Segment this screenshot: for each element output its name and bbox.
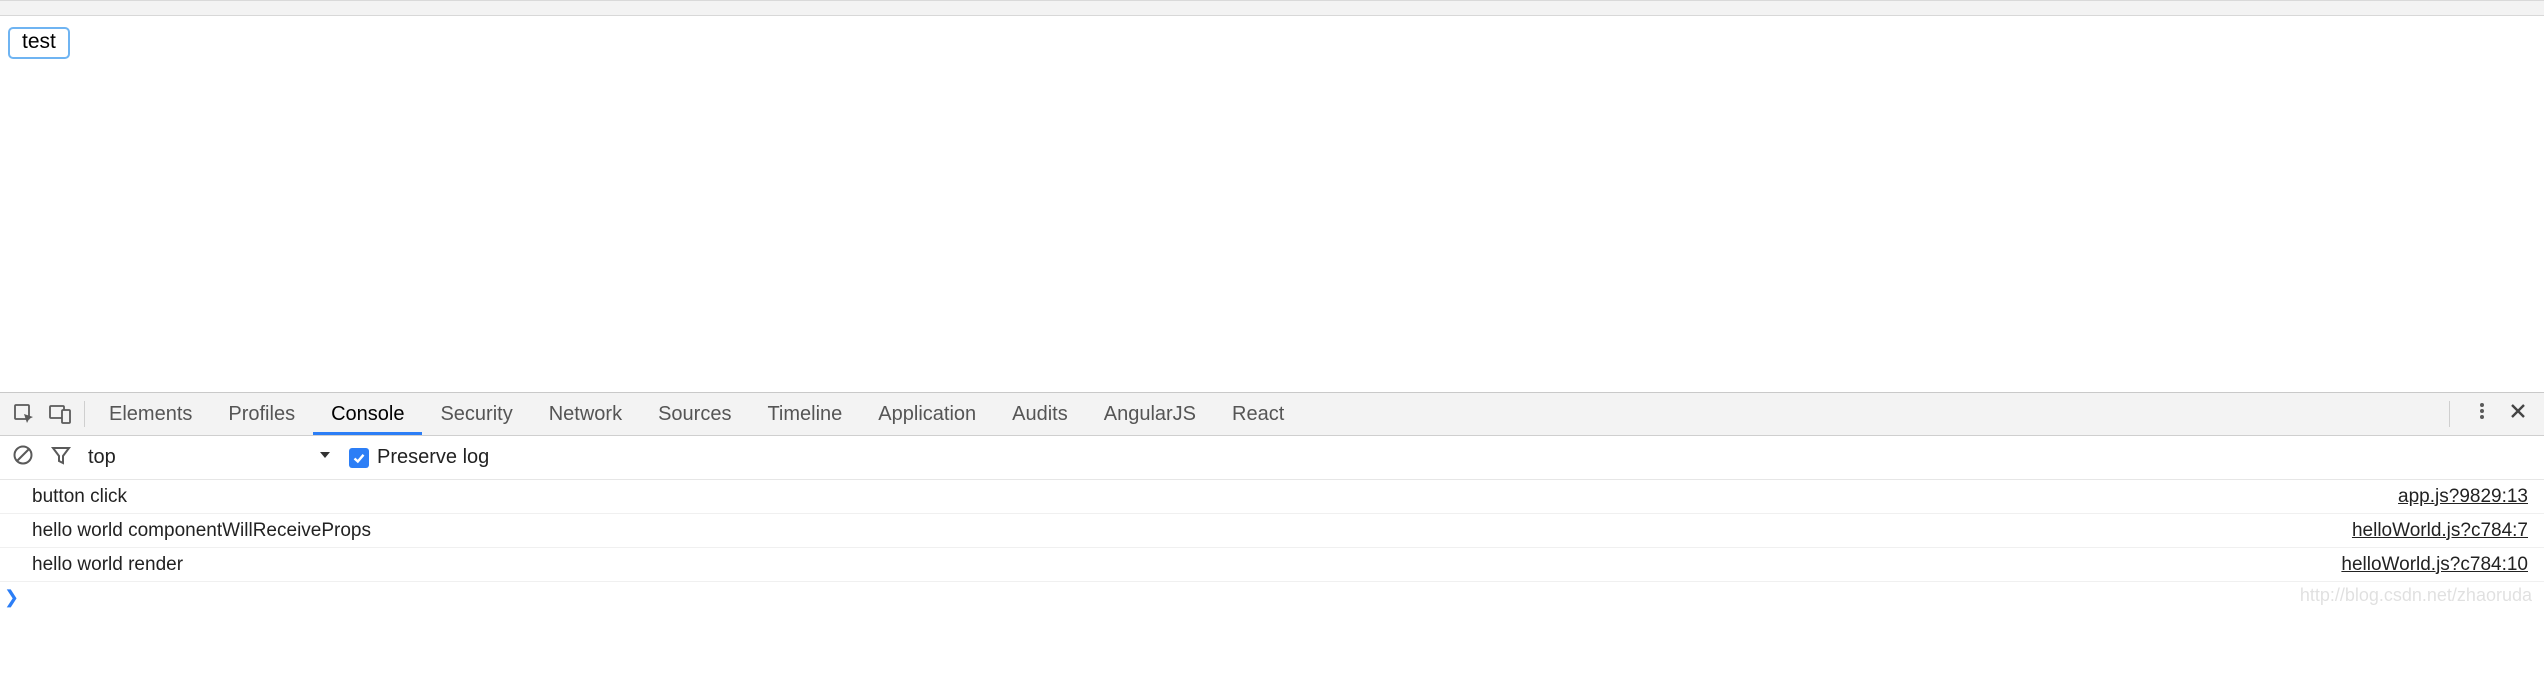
devtools-toolbar: Elements Profiles Console Security Netwo… [0, 392, 2544, 436]
preserve-log-label: Preserve log [377, 446, 489, 469]
page-viewport: test [0, 0, 2544, 392]
close-devtools-icon[interactable] [2508, 401, 2528, 427]
chevron-down-icon [317, 446, 333, 469]
console-log-row: button click app.js?9829:13 [0, 480, 2544, 514]
console-log-list: button click app.js?9829:13 hello world … [0, 480, 2544, 582]
console-log-source-link[interactable]: app.js?9829:13 [2398, 486, 2528, 508]
console-log-source-link[interactable]: helloWorld.js?c784:10 [2341, 554, 2528, 576]
console-bottom: ❯ http://blog.csdn.net/zhaoruda [0, 582, 2544, 612]
tab-timeline[interactable]: Timeline [749, 393, 860, 435]
console-log-message: hello world render [32, 554, 2341, 576]
devtools-right-icons [2449, 401, 2544, 427]
watermark-text: http://blog.csdn.net/zhaoruda [2300, 585, 2532, 606]
tab-profiles[interactable]: Profiles [210, 393, 313, 435]
checkbox-checked-icon [349, 448, 369, 468]
toolbar-separator [2449, 401, 2450, 427]
console-log-row: hello world componentWillReceiveProps he… [0, 514, 2544, 548]
tab-angularjs[interactable]: AngularJS [1086, 393, 1214, 435]
execution-context-selector[interactable]: top [88, 446, 333, 469]
devtools-left-icons [0, 402, 82, 426]
console-prompt[interactable]: ❯ [0, 582, 2544, 612]
more-options-icon[interactable] [2472, 401, 2492, 427]
execution-context-label: top [88, 446, 116, 469]
preserve-log-checkbox[interactable]: Preserve log [349, 446, 489, 469]
test-button[interactable]: test [8, 27, 70, 59]
console-subtoolbar: top Preserve log [0, 436, 2544, 480]
tab-react[interactable]: React [1214, 393, 1302, 435]
console-log-message: button click [32, 486, 2398, 508]
clear-console-icon[interactable] [12, 444, 34, 472]
tab-application[interactable]: Application [860, 393, 994, 435]
prompt-chevron-icon: ❯ [4, 587, 19, 608]
tab-sources[interactable]: Sources [640, 393, 749, 435]
tab-console[interactable]: Console [313, 393, 422, 435]
device-toolbar-icon[interactable] [48, 402, 72, 426]
devtools-tabs: Elements Profiles Console Security Netwo… [91, 393, 1302, 435]
console-log-message: hello world componentWillReceiveProps [32, 520, 2352, 542]
console-log-row: hello world render helloWorld.js?c784:10 [0, 548, 2544, 582]
console-log-source-link[interactable]: helloWorld.js?c784:7 [2352, 520, 2528, 542]
tab-elements[interactable]: Elements [91, 393, 210, 435]
toolbar-separator [84, 401, 85, 427]
tab-network[interactable]: Network [531, 393, 640, 435]
tab-security[interactable]: Security [422, 393, 530, 435]
tab-audits[interactable]: Audits [994, 393, 1086, 435]
filter-icon[interactable] [50, 444, 72, 472]
inspect-element-icon[interactable] [12, 402, 36, 426]
